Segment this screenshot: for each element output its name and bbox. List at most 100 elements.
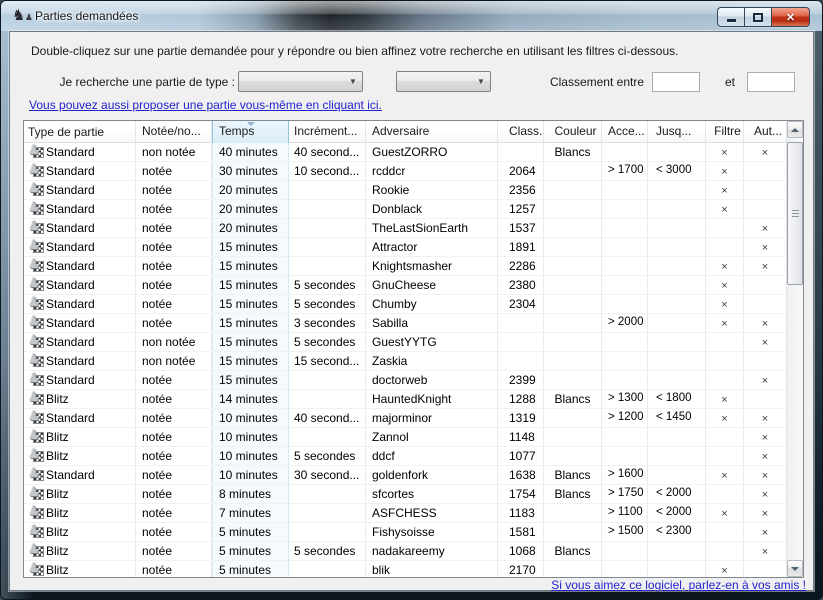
cell-type: ♟Standard — [24, 371, 136, 389]
pawn-icon: ♟ — [28, 411, 44, 425]
cell-from — [602, 447, 648, 465]
cell-rating: 1183 — [498, 504, 544, 522]
cell-increment: 40 second... — [289, 143, 366, 161]
table-body: ♟Standardnon notée40 minutes40 second...… — [24, 143, 786, 577]
cell-auto — [744, 200, 786, 218]
column-header-1[interactable]: Notée/no... — [136, 121, 212, 143]
seek-row[interactable]: ♟Standardnon notée40 minutes40 second...… — [24, 143, 786, 162]
seek-row[interactable]: ♟Standardnotée30 minutes10 second...rcdd… — [24, 162, 786, 181]
column-header-5[interactable]: Class... — [498, 121, 544, 143]
seek-row[interactable]: ♟Blitznotée14 minutesHauntedKnight1288Bl… — [24, 390, 786, 409]
cell-from: > 1500 — [602, 523, 648, 541]
seek-row[interactable]: ♟Standardnotée10 minutes30 second...gold… — [24, 466, 786, 485]
cell-rated: notée — [136, 485, 212, 503]
column-header-6[interactable]: Couleur — [544, 121, 602, 143]
seek-row[interactable]: ♟Blitznotée5 minutesFishysoisse1581> 150… — [24, 523, 786, 542]
cell-time: 15 minutes — [212, 333, 289, 351]
cell-opponent: Rookie — [366, 181, 498, 199]
seek-row[interactable]: ♟Blitznotée8 minutessfcortes1754Blancs> … — [24, 485, 786, 504]
cell-auto — [744, 162, 786, 180]
seek-row[interactable]: ♟Standardnotée15 minutes3 secondesSabill… — [24, 314, 786, 333]
column-header-10[interactable]: Aut... — [744, 121, 786, 143]
seek-row[interactable]: ♟Standardnotée15 minutesAttractor1891× — [24, 238, 786, 257]
column-header-9[interactable]: Filtre — [706, 121, 744, 143]
scroll-down-button[interactable] — [787, 560, 803, 577]
cell-filter: × — [706, 162, 744, 180]
cell-auto: × — [744, 314, 786, 332]
cell-filter: × — [706, 561, 744, 577]
seek-row[interactable]: ♟Blitznotée5 minutes5 secondesnadakareem… — [24, 542, 786, 561]
vertical-scrollbar[interactable] — [786, 121, 803, 577]
cell-auto — [744, 276, 786, 294]
cell-auto: × — [744, 428, 786, 446]
seek-row[interactable]: ♟Blitznotée10 minutesZannol1148× — [24, 428, 786, 447]
cell-type: ♟Blitz — [24, 504, 136, 522]
seek-row[interactable]: ♟Standardnotée15 minutes5 secondesChumby… — [24, 295, 786, 314]
seek-row[interactable]: ♟Standardnotée20 minutesTheLastSionEarth… — [24, 219, 786, 238]
cell-time: 20 minutes — [212, 181, 289, 199]
cell-color — [544, 200, 602, 218]
cell-rated: notée — [136, 523, 212, 541]
seek-row[interactable]: ♟Standardnotée15 minutes5 secondesGnuChe… — [24, 276, 786, 295]
cell-from: > 2000 — [602, 314, 648, 332]
cell-color — [544, 561, 602, 577]
cell-increment: 5 secondes — [289, 542, 366, 560]
propose-game-link[interactable]: Vous pouvez aussi proposer une partie vo… — [29, 98, 382, 112]
seek-row[interactable]: ♟Blitznotée10 minutes5 secondesddcf1077× — [24, 447, 786, 466]
column-header-7[interactable]: Acce... — [602, 121, 648, 143]
maximize-button[interactable] — [744, 7, 771, 27]
seek-row[interactable]: ♟Standardnon notée15 minutes5 secondesGu… — [24, 333, 786, 352]
cell-rated: notée — [136, 390, 212, 408]
pawn-icon: ♟ — [28, 164, 44, 178]
cell-from — [602, 200, 648, 218]
rating-max-input[interactable] — [747, 72, 795, 92]
title-bar[interactable]: ♞♟ Parties demandées ✕ — [1, 1, 822, 31]
cell-rated: non notée — [136, 352, 212, 370]
scrollbar-thumb[interactable] — [787, 142, 803, 285]
cell-rated: notée — [136, 181, 212, 199]
seek-row[interactable]: ♟Standardnotée15 minutesdoctorweb2399× — [24, 371, 786, 390]
seek-row[interactable]: ♟Standardnon notée15 minutes15 second...… — [24, 352, 786, 371]
maximize-icon — [753, 13, 763, 22]
cell-rated: notée — [136, 504, 212, 522]
pawn-icon: ♟ — [28, 544, 44, 558]
minimize-button[interactable] — [717, 7, 744, 27]
cell-rated: notée — [136, 276, 212, 294]
pawn-icon: ♟ — [28, 240, 44, 254]
cell-filter: × — [706, 200, 744, 218]
seek-row[interactable]: ♟Standardnotée20 minutesRookie2356× — [24, 181, 786, 200]
cell-rated: notée — [136, 219, 212, 237]
cell-increment — [289, 238, 366, 256]
cell-from: > 1600 — [602, 466, 648, 484]
seek-row[interactable]: ♟Standardnotée20 minutesDonblack1257× — [24, 200, 786, 219]
column-header-4[interactable]: Adversaire — [366, 121, 498, 143]
rating-min-input[interactable] — [652, 72, 700, 92]
cell-filter: × — [706, 504, 744, 522]
cell-from — [602, 352, 648, 370]
share-link[interactable]: Si vous aimez ce logiciel, parlez-en à v… — [551, 578, 806, 592]
cell-color — [544, 314, 602, 332]
cell-color — [544, 333, 602, 351]
scroll-up-button[interactable] — [787, 121, 803, 138]
cell-time: 14 minutes — [212, 390, 289, 408]
close-button[interactable]: ✕ — [771, 7, 810, 27]
seek-row[interactable]: ♟Standardnotée10 minutes40 second...majo… — [24, 409, 786, 428]
arrow-up-icon — [791, 128, 799, 132]
cell-rated: notée — [136, 561, 212, 577]
game-type-select[interactable]: ▼ — [238, 71, 363, 92]
column-header-8[interactable]: Jusq... — [648, 121, 706, 143]
column-header-0[interactable]: Type de partie — [24, 121, 136, 143]
cell-color — [544, 523, 602, 541]
cell-type: ♟Standard — [24, 143, 136, 161]
column-header-2[interactable]: Temps — [212, 121, 289, 143]
cell-color — [544, 257, 602, 275]
seek-row[interactable]: ♟Standardnotée15 minutesKnightsmasher228… — [24, 257, 786, 276]
cell-type: ♟Standard — [24, 466, 136, 484]
cell-rating: 1638 — [498, 466, 544, 484]
cell-rated: non notée — [136, 333, 212, 351]
column-header-3[interactable]: Incrément... — [289, 121, 366, 143]
cell-opponent: ASFCHESS — [366, 504, 498, 522]
cell-from — [602, 257, 648, 275]
seek-row[interactable]: ♟Blitznotée5 minutesblik2170× — [24, 561, 786, 577]
seek-row[interactable]: ♟Blitznotée7 minutesASFCHESS1183> 1100< … — [24, 504, 786, 523]
